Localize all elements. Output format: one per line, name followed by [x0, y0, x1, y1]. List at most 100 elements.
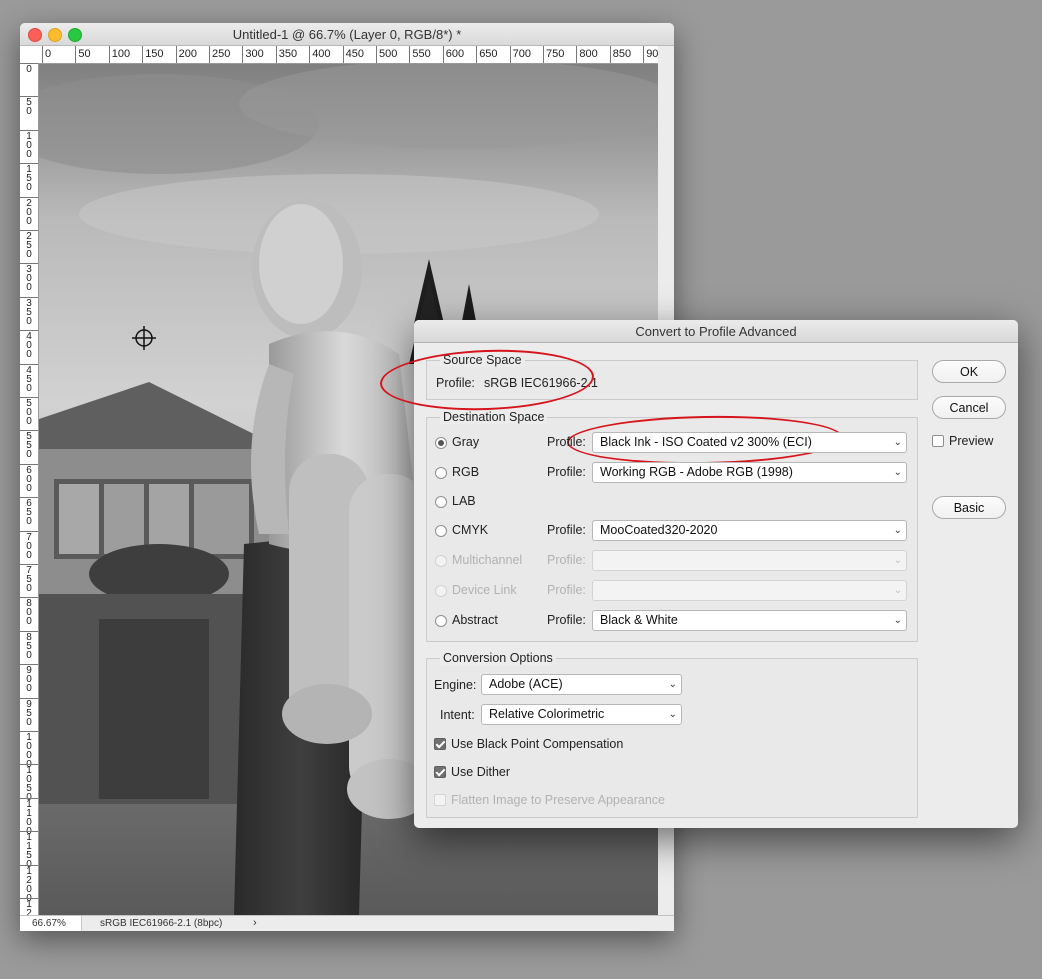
radio-label-multichannel[interactable]: Multichannel [452, 553, 522, 567]
profile-select-value: Working RGB - Adobe RGB (1998) [600, 465, 793, 479]
ruler-v-tick: 3 5 0 [20, 296, 38, 326]
profile-select-multichannel[interactable]: ⌄ [592, 550, 907, 571]
profile-label: Profile: [547, 553, 586, 567]
profile-select-device-link[interactable]: ⌄ [592, 580, 907, 601]
radio-rgb[interactable] [435, 467, 447, 479]
ruler-v-tick: 6 5 0 [20, 497, 38, 527]
ruler-h-tick: 750 [543, 46, 564, 63]
zoom-field[interactable]: 66.67% [20, 916, 82, 931]
preview-checkbox[interactable] [932, 435, 944, 447]
ruler-h-tick: 450 [342, 46, 364, 63]
chevron-down-icon: ⌄ [893, 585, 902, 596]
ruler-v-tick: 1 2 0 0 [20, 864, 38, 903]
radio-lab[interactable] [435, 496, 447, 508]
ruler-v-tick: 2 0 0 [20, 196, 38, 226]
ruler-origin[interactable] [20, 46, 39, 64]
ruler-h-tick: 100 [108, 46, 130, 63]
dialog-title: Convert to Profile Advanced [635, 324, 797, 339]
status-bar: 66.67% sRGB IEC61966-2.1 (8bpc) › [20, 915, 674, 931]
document-profile-info: sRGB IEC61966-2.1 (8bpc) [100, 918, 223, 929]
document-title: Untitled-1 @ 66.7% (Layer 0, RGB/8*) * [232, 27, 462, 42]
ruler-h-tick: 550 [409, 46, 431, 63]
ruler-v-tick: 1 0 0 [20, 129, 38, 159]
ruler-v-tick: 9 0 0 [20, 664, 38, 694]
black-point-compensation-checkbox[interactable] [434, 738, 446, 750]
ruler-v-tick: 7 5 0 [20, 564, 38, 594]
black-point-compensation-label[interactable]: Use Black Point Compensation [451, 737, 623, 751]
intent-select-value: Relative Colorimetric [489, 707, 605, 721]
dialog-titlebar[interactable]: Convert to Profile Advanced [414, 320, 1018, 343]
cancel-button[interactable]: Cancel [932, 396, 1006, 419]
radio-label-lab[interactable]: LAB [452, 494, 476, 508]
profile-select-rgb[interactable]: Working RGB - Adobe RGB (1998) ⌄ [592, 462, 907, 483]
ruler-v-tick: 6 0 0 [20, 463, 38, 493]
chevron-down-icon: ⌄ [893, 555, 902, 566]
profile-select-gray[interactable]: Black Ink - ISO Coated v2 300% (ECI) ⌄ [592, 432, 907, 453]
flatten-image-label[interactable]: Flatten Image to Preserve Appearance [451, 793, 665, 807]
ruler-h-tick: 400 [309, 46, 331, 63]
intent-select[interactable]: Relative Colorimetric ⌄ [481, 704, 682, 725]
basic-button[interactable]: Basic [932, 496, 1006, 519]
vertical-ruler[interactable]: 0 5 0 1 0 0 1 5 0 2 0 0 2 5 0 3 0 0 3 5 0 4 0 0 4… [20, 63, 39, 915]
ruler-v-tick: 9 5 0 [20, 697, 38, 727]
radio-gray[interactable] [435, 437, 447, 449]
profile-select-cmyk[interactable]: MooCoated320-2020 ⌄ [592, 520, 907, 541]
profile-label: Profile: [547, 583, 586, 597]
ruler-v-tick: 1 2 5 0 [20, 898, 38, 915]
profile-select-value: Black & White [600, 613, 678, 627]
ruler-v-tick: 4 0 0 [20, 330, 38, 360]
ruler-h-tick: 0 [42, 46, 51, 63]
radio-abstract[interactable] [435, 615, 447, 627]
ruler-v-tick: 4 5 0 [20, 363, 38, 393]
profile-label: Profile: [547, 465, 586, 479]
conversion-options-legend: Conversion Options [440, 651, 556, 665]
intent-label: Intent: [440, 708, 475, 722]
profile-select-abstract[interactable]: Black & White ⌄ [592, 610, 907, 631]
ruler-h-tick: 200 [175, 46, 197, 63]
profile-select-value: Black Ink - ISO Coated v2 300% (ECI) [600, 435, 812, 449]
chevron-down-icon: ⌄ [893, 525, 902, 536]
ruler-h-tick: 900 [643, 46, 658, 63]
ruler-h-tick: 650 [476, 46, 498, 63]
radio-label-abstract[interactable]: Abstract [452, 613, 498, 627]
ruler-v-tick: 2 5 0 [20, 230, 38, 260]
chevron-down-icon: ⌄ [668, 679, 677, 690]
preview-label[interactable]: Preview [949, 434, 993, 448]
radio-label-device-link[interactable]: Device Link [452, 583, 517, 597]
ruler-h-tick: 500 [376, 46, 397, 63]
ruler-v-tick: 1 1 0 0 [20, 797, 38, 836]
radio-multichannel[interactable] [435, 555, 447, 567]
radio-label-cmyk[interactable]: CMYK [452, 523, 488, 537]
ruler-v-tick: 1 1 5 0 [20, 831, 38, 870]
status-menu-arrow-icon[interactable]: › [253, 916, 257, 931]
radio-device-link[interactable] [435, 585, 447, 597]
use-dither-label[interactable]: Use Dither [451, 765, 510, 779]
ruler-v-tick: 1 0 0 0 [20, 731, 38, 770]
ruler-h-tick: 250 [209, 46, 230, 63]
use-dither-checkbox[interactable] [434, 766, 446, 778]
flatten-image-checkbox[interactable] [434, 794, 446, 806]
ruler-v-tick: 8 5 0 [20, 630, 38, 660]
chevron-down-icon: ⌄ [893, 437, 902, 448]
radio-label-gray[interactable]: Gray [452, 435, 479, 449]
ruler-h-tick: 600 [442, 46, 464, 63]
horizontal-ruler[interactable]: 0 50 100 150 200 250 300 350 400 450 500 550 600 650 7… [38, 46, 658, 64]
chevron-down-icon: ⌄ [668, 709, 677, 720]
destination-space-legend: Destination Space [440, 410, 548, 424]
engine-label: Engine: [434, 678, 477, 692]
chevron-down-icon: ⌄ [893, 467, 902, 478]
ok-button[interactable]: OK [932, 360, 1006, 383]
radio-label-rgb[interactable]: RGB [452, 465, 479, 479]
ruler-h-tick: 700 [509, 46, 531, 63]
ruler-h-tick: 150 [142, 46, 164, 63]
document-titlebar[interactable]: Untitled-1 @ 66.7% (Layer 0, RGB/8*) * [20, 23, 674, 46]
ruler-h-tick: 800 [576, 46, 598, 63]
profile-label: Profile: [547, 523, 586, 537]
engine-select[interactable]: Adobe (ACE) ⌄ [481, 674, 682, 695]
profile-label: Profile: [547, 435, 586, 449]
engine-select-value: Adobe (ACE) [489, 677, 563, 691]
ruler-v-tick: 1 0 5 0 [20, 764, 38, 803]
radio-cmyk[interactable] [435, 525, 447, 537]
profile-select-value: MooCoated320-2020 [600, 523, 718, 537]
ruler-v-tick: 3 0 0 [20, 263, 38, 293]
